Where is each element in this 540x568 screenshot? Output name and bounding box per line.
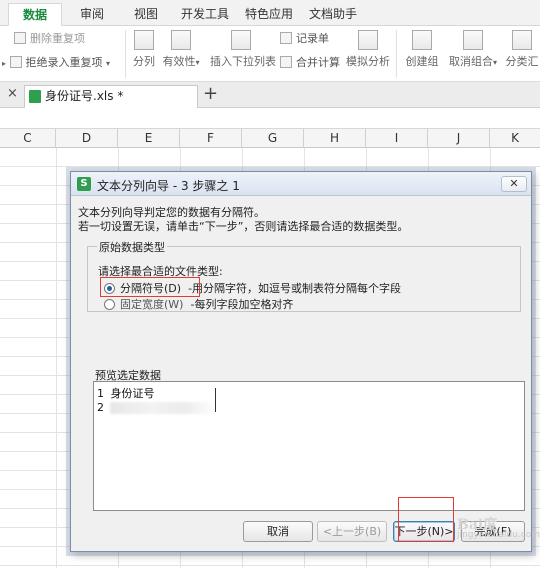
reject-duplicates-button[interactable]: ▸ 拒绝录入重复项 ▾ [2, 54, 110, 72]
delimited-description: -用分隔字符，如逗号或制表符分隔每个字段 [188, 282, 402, 295]
dialog-instruction: 若一切设置无误，请单击“下一步”，否则请选择最合适的数据类型。 [78, 220, 409, 233]
ungroup-icon [463, 30, 483, 50]
dropdown-arrow-icon: ▸ [2, 59, 7, 68]
column-break-line [215, 388, 216, 412]
dialog-title-bar: S 文本分列向导 - 3 步骤之 1 ✕ [71, 172, 531, 196]
ribbon-separator [125, 30, 126, 78]
record-icon [280, 32, 292, 44]
fixed-width-description: -每列字段加空格对齐 [190, 298, 294, 311]
add-tab-icon[interactable]: + [203, 83, 218, 104]
preview-box[interactable]: 1 身份证号 2 [93, 381, 525, 511]
tab-data[interactable]: 数据 [8, 3, 62, 26]
column-header[interactable]: E [118, 129, 180, 148]
close-tab-icon[interactable]: × [7, 86, 18, 101]
ungroup-button[interactable]: 取消组合▾ [446, 30, 500, 69]
tab-developer[interactable]: 开发工具 [174, 3, 236, 26]
chevron-down-icon: ▾ [106, 59, 111, 68]
document-tab-label: 身份证号.xls * [45, 89, 124, 103]
chevron-down-icon: ▾ [195, 58, 200, 67]
preview-row: 1 身份证号 [97, 385, 155, 401]
column-header-row: C D E F G H I J K [0, 128, 540, 148]
preview-row-text: 身份证号 [110, 387, 155, 400]
formula-area [0, 108, 540, 128]
create-group-icon [412, 30, 432, 50]
subtotal-button[interactable]: 分类汇 [504, 30, 540, 69]
column-header[interactable]: C [0, 129, 56, 148]
column-header[interactable]: D [56, 129, 118, 148]
simulate-icon [358, 30, 378, 50]
preview-row-number: 1 [97, 387, 104, 400]
dialog-title: 文本分列向导 - 3 步骤之 1 [97, 179, 240, 193]
fixed-width-option[interactable]: 固定宽度(W) -每列字段加空格对齐 [104, 296, 293, 312]
column-header[interactable]: J [428, 129, 490, 148]
ribbon-tabs: 数据 审阅 视图 开发工具 特色应用 文档助手 [0, 0, 540, 26]
cancel-button[interactable]: 取消 [243, 521, 313, 542]
subtotal-icon [512, 30, 532, 50]
remove-duplicates-button[interactable]: 删除重复项 [14, 30, 85, 48]
text-to-columns-dialog: S 文本分列向导 - 3 步骤之 1 ✕ 文本分列向导判定您的数据有分隔符。 若… [70, 171, 532, 552]
blurred-content [110, 402, 216, 414]
watermark-url: jingyan.baidu.com [457, 530, 540, 540]
preview-row-number: 2 [97, 401, 104, 414]
column-header[interactable]: G [242, 129, 304, 148]
column-header[interactable]: F [180, 129, 242, 148]
record-button[interactable]: 记录单 [280, 30, 329, 48]
merge-calc-button[interactable]: 合并计算 [280, 54, 340, 72]
column-header[interactable]: K [490, 129, 540, 148]
highlight-annotation [100, 277, 200, 297]
tab-doc-assistant[interactable]: 文档助手 [302, 3, 364, 26]
document-tab-bar: × 身份证号.xls * + [0, 82, 540, 108]
preview-row: 2 [97, 401, 107, 414]
remove-duplicates-icon [14, 32, 26, 44]
split-icon [134, 30, 154, 50]
baidu-logo: Bai度 [457, 517, 498, 533]
highlight-annotation [398, 497, 454, 542]
raw-data-type-title: 原始数据类型 [97, 239, 167, 255]
spreadsheet-file-icon [29, 90, 41, 103]
create-group-button[interactable]: 创建组 [404, 30, 440, 69]
reject-duplicates-icon [9, 56, 22, 68]
tab-review[interactable]: 审阅 [70, 3, 114, 26]
ribbon-toolbar: 删除重复项 ▸ 拒绝录入重复项 ▾ 分列 有效性▾ 插入下拉列表 记录单 合并计… [0, 26, 540, 82]
radio-unchecked-icon[interactable] [104, 299, 115, 310]
document-tab[interactable]: 身份证号.xls * [24, 85, 198, 108]
chevron-down-icon: ▾ [492, 58, 497, 67]
insert-dropdown-icon [231, 30, 251, 50]
split-button[interactable]: 分列 [131, 30, 157, 69]
fixed-width-label: 固定宽度(W) [120, 298, 184, 311]
insert-dropdown-button[interactable]: 插入下拉列表 [210, 30, 276, 69]
validity-button[interactable]: 有效性▾ [160, 30, 202, 69]
wps-app-icon: S [77, 177, 91, 191]
tab-view[interactable]: 视图 [124, 3, 168, 26]
validity-icon [171, 30, 191, 50]
watermark: Bai度 jingyan.baidu.com [457, 517, 540, 540]
prev-button[interactable]: <上一步(B) [317, 521, 387, 542]
simulate-button[interactable]: 模拟分析 [346, 30, 390, 69]
ribbon-separator [396, 30, 397, 78]
merge-calc-icon [280, 56, 292, 68]
column-header[interactable]: H [304, 129, 366, 148]
column-header[interactable]: I [366, 129, 428, 148]
dialog-close-button[interactable]: ✕ [501, 176, 527, 192]
tab-special[interactable]: 特色应用 [238, 3, 300, 26]
